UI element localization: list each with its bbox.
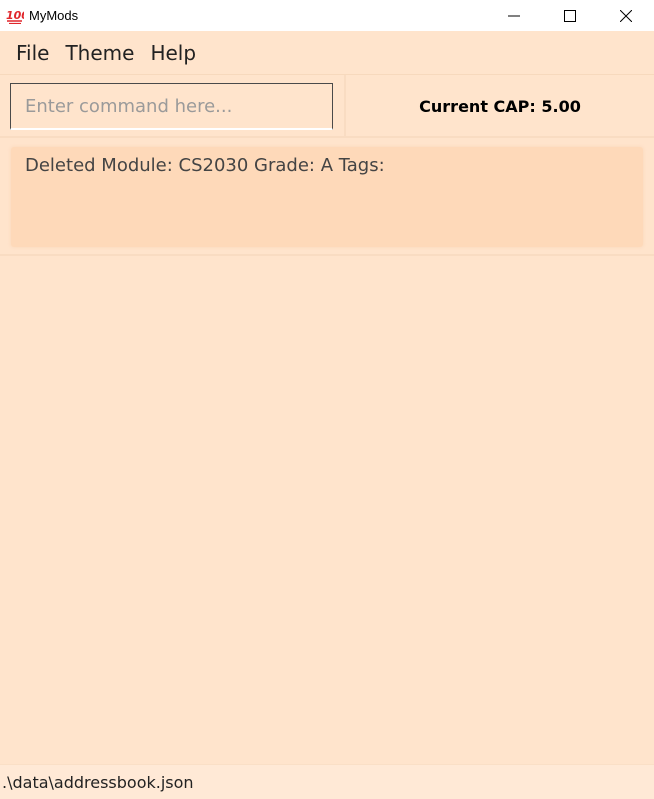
window-controls <box>486 0 654 31</box>
menu-bar: File Theme Help <box>0 31 654 74</box>
result-display-panel: Deleted Module: CS2030 Grade: A Tags: <box>0 138 654 256</box>
maximize-icon <box>564 9 576 22</box>
maximize-button[interactable] <box>542 0 598 31</box>
minimize-button[interactable] <box>486 0 542 31</box>
svg-text:100: 100 <box>6 9 24 22</box>
module-list-panel[interactable] <box>0 256 654 764</box>
window-title: MyMods <box>29 8 79 23</box>
hundred-points-icon: 100 <box>6 7 24 25</box>
status-bar: .\data\addressbook.json <box>0 764 654 799</box>
result-message[interactable]: Deleted Module: CS2030 Grade: A Tags: <box>11 147 643 247</box>
file-path-label: .\data\addressbook.json <box>2 772 194 792</box>
menu-file[interactable]: File <box>11 41 60 65</box>
command-row: Current CAP: 5.00 <box>0 74 654 138</box>
menu-theme[interactable]: Theme <box>60 41 145 65</box>
current-cap-label: Current CAP: 5.00 <box>419 96 581 116</box>
title-bar[interactable]: 100 MyMods <box>0 0 654 31</box>
close-icon <box>620 9 632 22</box>
command-input[interactable] <box>10 83 333 130</box>
close-button[interactable] <box>598 0 654 31</box>
app-window: 100 MyMods <box>0 0 654 799</box>
minimize-icon <box>508 15 520 16</box>
menu-help[interactable]: Help <box>145 41 207 65</box>
